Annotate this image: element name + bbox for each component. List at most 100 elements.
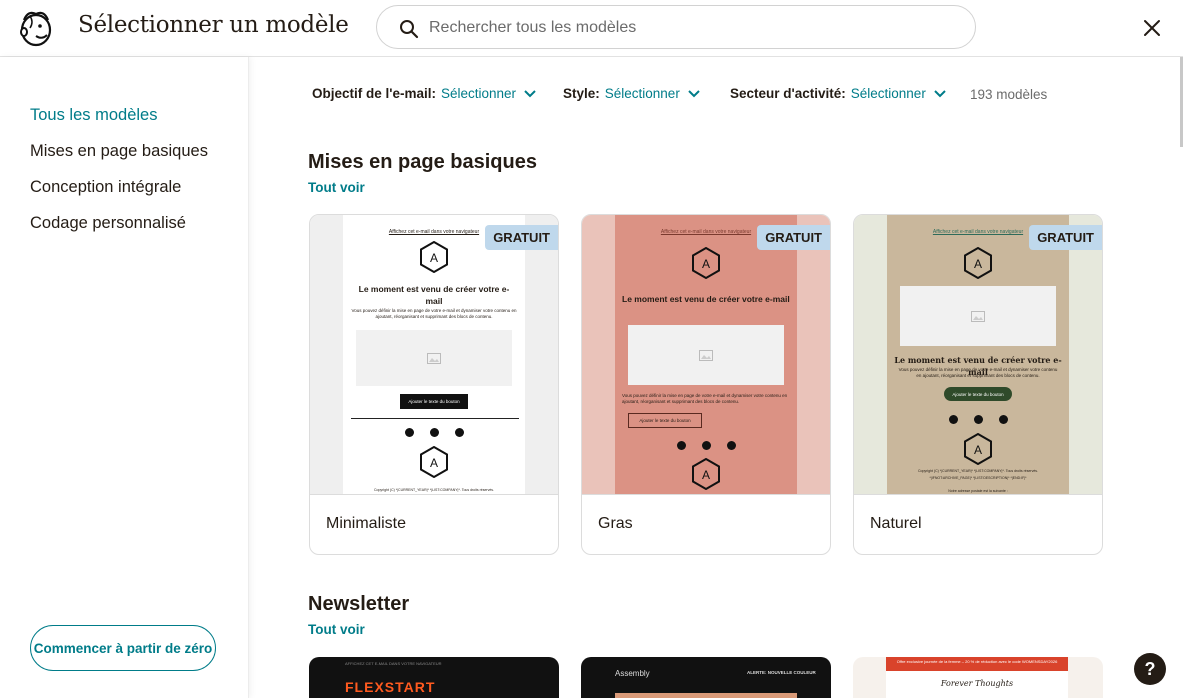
image-icon <box>427 352 441 364</box>
chevron-down-icon[interactable] <box>524 89 536 98</box>
sidebar-item-basic-layouts[interactable]: Mises en page basiques <box>30 142 208 161</box>
instagram-icon <box>430 428 439 437</box>
preview-top-line: Offre exclusive journée de la femme – 20… <box>886 657 1068 671</box>
filter-label: Secteur d'activité: <box>730 86 846 101</box>
x-icon <box>999 415 1008 424</box>
email-button: Ajouter le texte du bouton <box>944 387 1012 401</box>
svg-text:A: A <box>974 257 982 271</box>
free-badge: GRATUIT <box>485 225 558 250</box>
email-footer: Notre adresse postale est la suivante : <box>948 489 1008 493</box>
template-preview: Affichez cet e-mail dans votre navigateu… <box>854 215 1102 495</box>
preview-top-line: ALERTE: NOUVELLE COULEUR <box>747 670 816 675</box>
start-from-scratch-button[interactable]: Commencer à partir de zéro <box>30 625 216 671</box>
template-card-naturel[interactable]: Affichez cet e-mail dans votre navigateu… <box>853 214 1103 555</box>
template-card-flexstart[interactable]: AFFICHEZ CET E-MAIL DANS VOTRE NAVIGATEU… <box>309 657 559 698</box>
email-body: Vous pouvez définir la mise en page de v… <box>622 393 788 404</box>
free-badge: GRATUIT <box>757 225 830 250</box>
email-preview: Offre exclusive journée de la femme – 20… <box>886 657 1068 698</box>
email-footer: Copyright (C) *|CURRENT_YEAR|* *|LIST:CO… <box>373 488 494 492</box>
logo-hex-icon: A <box>420 241 448 273</box>
svg-text:A: A <box>702 257 710 271</box>
template-preview: Affichez cet e-mail dans votre navigateu… <box>582 215 830 495</box>
question-icon: ? <box>1144 658 1156 679</box>
facebook-icon <box>677 441 686 450</box>
sidebar-item-all-templates[interactable]: Tous les modèles <box>30 106 157 125</box>
see-all-link[interactable]: Tout voir <box>308 180 365 195</box>
email-button: Ajouter le texte du bouton <box>400 394 468 409</box>
instagram-icon <box>702 441 711 450</box>
svg-text:A: A <box>974 443 982 457</box>
preview-banner <box>615 693 797 698</box>
image-icon <box>699 349 713 361</box>
image-placeholder <box>628 325 784 385</box>
svg-text:A: A <box>430 456 438 470</box>
sidebar-item-custom-code[interactable]: Codage personnalisé <box>30 214 186 233</box>
facebook-icon <box>949 415 958 424</box>
template-name: Gras <box>598 515 633 532</box>
template-card-assembly[interactable]: Assembly ALERTE: NOUVELLE COULEUR <box>581 657 831 698</box>
email-button: Ajouter le texte du bouton <box>628 413 702 428</box>
social-icons <box>677 441 736 450</box>
close-icon[interactable] <box>1140 16 1164 40</box>
see-all-link[interactable]: Tout voir <box>308 622 365 637</box>
email-preview: Affichez cet e-mail dans votre navigateu… <box>343 215 525 494</box>
mailchimp-logo-icon[interactable] <box>16 8 56 48</box>
divider <box>351 418 519 419</box>
filter-label: Objectif de l'e-mail: <box>312 86 436 101</box>
image-placeholder <box>356 330 512 386</box>
section-title: Mises en page basiques <box>308 151 537 173</box>
main-content: Objectif de l'e-mail: Sélectionner Style… <box>249 57 1183 698</box>
filter-email-goal[interactable]: Objectif de l'e-mail: Sélectionner <box>312 86 536 101</box>
search-icon <box>400 20 419 39</box>
filter-value[interactable]: Sélectionner <box>441 86 516 101</box>
x-icon <box>455 428 464 437</box>
sidebar: Tous les modèles Mises en page basiques … <box>0 57 249 698</box>
preview-title: Assembly <box>615 669 650 678</box>
chevron-down-icon[interactable] <box>688 89 700 98</box>
filter-industry[interactable]: Secteur d'activité: Sélectionner <box>730 86 946 101</box>
search-bar[interactable] <box>376 5 976 49</box>
template-card-gras[interactable]: Affichez cet e-mail dans votre navigateu… <box>581 214 831 555</box>
free-badge: GRATUIT <box>1029 225 1102 250</box>
search-input[interactable] <box>429 16 949 40</box>
preview-title: Forever Thoughts <box>940 679 1014 688</box>
template-card-forever-thoughts[interactable]: Offre exclusive journée de la femme – 20… <box>853 657 1103 698</box>
filter-label: Style: <box>563 86 600 101</box>
template-card-minimaliste[interactable]: Affichez cet e-mail dans votre navigateu… <box>309 214 559 555</box>
email-preview: Affichez cet e-mail dans votre navigateu… <box>615 215 797 494</box>
x-icon <box>727 441 736 450</box>
image-icon <box>971 310 985 322</box>
email-body: Vous pouvez définir la mise en page de v… <box>898 367 1058 378</box>
filter-style[interactable]: Style: Sélectionner <box>563 86 700 101</box>
logo-hex-icon: A <box>692 458 720 490</box>
filter-value[interactable]: Sélectionner <box>605 86 680 101</box>
email-footer: *|IFNOT:ARCHIVE_PAGE|* *|LIST:DESCRIPTIO… <box>929 476 1027 480</box>
svg-text:A: A <box>702 468 710 482</box>
logo-hex-icon: A <box>692 247 720 279</box>
logo-hex-icon: A <box>420 446 448 478</box>
header: Sélectionner un modèle <box>0 0 1183 57</box>
help-button[interactable]: ? <box>1134 653 1166 685</box>
social-icons <box>949 415 1008 424</box>
logo-hex-icon: A <box>964 247 992 279</box>
preview-title: FLEXSTART <box>345 679 436 695</box>
social-icons <box>405 428 464 437</box>
template-count: 193 modèles <box>970 87 1048 102</box>
email-headline: Le moment est venu de créer votre e-mail <box>622 294 790 304</box>
email-body: Vous pouvez définir la mise en page de v… <box>351 308 517 319</box>
filter-value[interactable]: Sélectionner <box>851 86 926 101</box>
facebook-icon <box>405 428 414 437</box>
section-title: Newsletter <box>308 593 410 615</box>
template-name: Minimaliste <box>326 515 407 532</box>
chevron-down-icon[interactable] <box>934 89 946 98</box>
preview-top-line: AFFICHEZ CET E-MAIL DANS VOTRE NAVIGATEU… <box>345 661 442 666</box>
template-preview: Affichez cet e-mail dans votre navigateu… <box>310 215 558 495</box>
sidebar-item-full-design[interactable]: Conception intégrale <box>30 178 181 197</box>
page-title: Sélectionner un modèle <box>78 12 349 38</box>
template-name: Naturel <box>870 515 922 532</box>
email-preview: Affichez cet e-mail dans votre navigateu… <box>887 215 1069 494</box>
instagram-icon <box>974 415 983 424</box>
svg-text:A: A <box>430 251 438 265</box>
logo-hex-icon: A <box>964 433 992 465</box>
email-footer: Copyright (C) *|CURRENT_YEAR|* *|LIST:CO… <box>917 469 1038 473</box>
